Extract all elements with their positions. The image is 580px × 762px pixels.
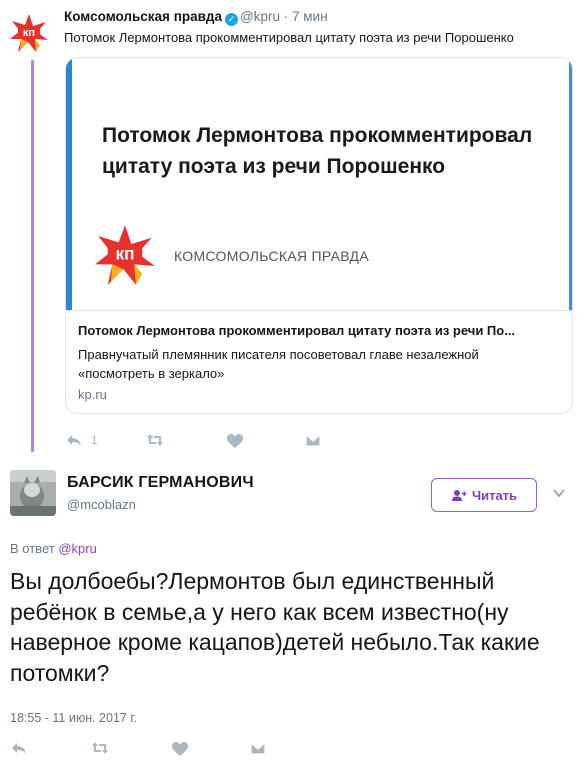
follow-button[interactable]: Читать xyxy=(431,478,537,512)
reply-timestamp[interactable]: 18:55 - 11 июн. 2017 г. xyxy=(10,711,137,725)
reply-icon xyxy=(12,743,26,754)
retweet-action[interactable] xyxy=(146,432,164,453)
dm-action-2[interactable] xyxy=(249,740,267,761)
heart-icon xyxy=(172,742,188,756)
reply-author-name[interactable]: БАРСИК ГЕРМАНОВИЧ xyxy=(67,474,254,492)
separator: · xyxy=(283,9,289,24)
author-handle[interactable]: @kpru xyxy=(240,9,280,24)
reply-to-prefix: В ответ xyxy=(10,541,55,556)
like-action-2[interactable] xyxy=(171,741,189,762)
like-action[interactable] xyxy=(226,433,244,454)
card-description: Правнучатый племянник писателя посоветов… xyxy=(78,347,479,381)
tweet-text: Потомок Лермонтова прокомментировал цита… xyxy=(64,30,514,45)
reply-count: 1 xyxy=(91,433,98,447)
author-name[interactable]: Комсомольская правда xyxy=(64,9,222,24)
reply-to-line: В ответ @kpru xyxy=(10,541,97,556)
reply-action-2[interactable] xyxy=(10,740,28,761)
card-image: Потомок Лермонтова прокомментировал цита… xyxy=(66,58,572,311)
chevron-down-icon xyxy=(553,489,565,498)
kp-card-logo-text: кп xyxy=(115,244,134,264)
kp-logo-icon: кп xyxy=(10,14,48,52)
dm-icon xyxy=(250,742,266,755)
link-card[interactable]: Потомок Лермонтова прокомментировал цита… xyxy=(65,57,573,414)
dm-action[interactable] xyxy=(304,432,322,453)
card-image-headline: Потомок Лермонтова прокомментировал цита… xyxy=(102,124,533,178)
kp-avatar[interactable]: кп xyxy=(8,12,50,54)
user-avatar[interactable] xyxy=(10,470,56,516)
thread-connector-line xyxy=(31,60,34,452)
reply-author-handle[interactable]: @mcoblazn xyxy=(67,497,136,512)
reply-to-handle[interactable]: @kpru xyxy=(58,541,97,556)
tweet-time[interactable]: 7 мин xyxy=(292,9,328,24)
follow-button-label: Читать xyxy=(471,487,518,503)
reply-icon xyxy=(67,435,81,446)
card-title: Потомок Лермонтова прокомментировал цита… xyxy=(78,323,516,338)
more-menu[interactable] xyxy=(552,486,566,500)
follow-icon xyxy=(451,489,467,501)
tweet-header: Комсомольская правда ✓ @kpru · 7 мин xyxy=(64,8,328,26)
kp-logo-text: кп xyxy=(23,27,35,39)
verified-icon: ✓ xyxy=(224,13,238,26)
reply-action[interactable]: 1 xyxy=(65,432,98,448)
card-domain: kp.ru xyxy=(78,387,107,402)
card-image-brand: КОМСОМОЛЬСКАЯ ПРАВДА xyxy=(174,248,369,264)
retweet-icon xyxy=(147,434,163,446)
dm-icon xyxy=(305,434,321,447)
card-image-left-border xyxy=(66,58,72,310)
card-image-right-border xyxy=(569,58,572,310)
reply-text: Вы долбоебы?Лермонтов был единственный р… xyxy=(10,568,540,686)
heart-icon xyxy=(227,434,243,448)
kp-card-logo-icon: кп xyxy=(92,222,158,288)
retweet-action-2[interactable] xyxy=(91,740,109,761)
retweet-icon xyxy=(92,742,108,754)
